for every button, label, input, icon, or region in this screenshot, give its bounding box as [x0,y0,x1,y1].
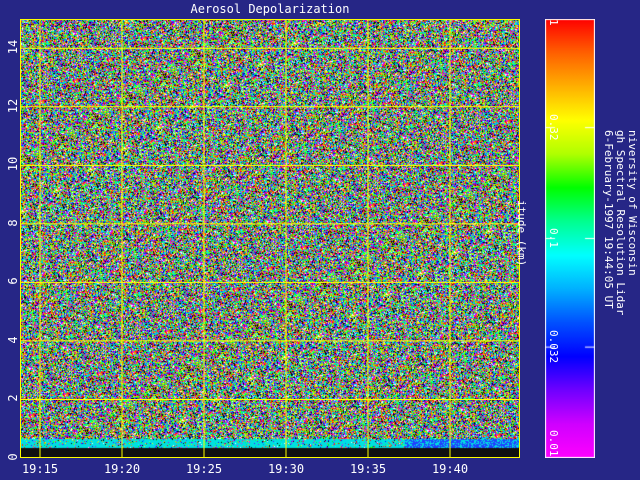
y-axis-label: itude (km) [515,200,528,267]
x-tick-label: 19:25 [185,462,223,476]
y-tick-label: 4 [6,336,20,344]
y-tick-label: 10 [6,157,20,172]
y-tick-label: 8 [6,219,20,227]
x-tick-label: 19:15 [21,462,59,476]
x-tick-label: 19:40 [431,462,469,476]
colorbar-tick-label: 0.1 [547,228,560,248]
info-line-instrument: gh Spectral Resolution Lidar [614,130,627,316]
colorbar-tick-label: 0.01 [547,430,560,457]
colorbar-tick-label: 0.32 [547,113,560,141]
y-tick-label: 12 [6,98,20,114]
x-tick-label: 19:20 [103,462,141,476]
grid-overlay [20,19,520,458]
info-line-timestamp: 6-February-1997 19:44:05 UT [602,130,615,309]
plot-frame [20,19,520,458]
colorbar-tick-label: 0.032 [547,329,560,363]
colorbar-tick-label: 1 [547,19,560,26]
x-tick-label: 19:30 [267,462,305,476]
info-line-institution: niversity of Wisconsin [626,130,639,276]
y-tick-label: 14 [6,40,20,55]
x-tick-label: 19:35 [349,462,387,476]
chart-title: Aerosol Depolarization [190,2,350,16]
y-tick-label: 2 [6,394,20,403]
plot-area [20,19,520,458]
instrument-info: niversity of Wisconsin gh Spectral Resol… [602,130,639,316]
y-tick-label: 6 [6,277,20,286]
